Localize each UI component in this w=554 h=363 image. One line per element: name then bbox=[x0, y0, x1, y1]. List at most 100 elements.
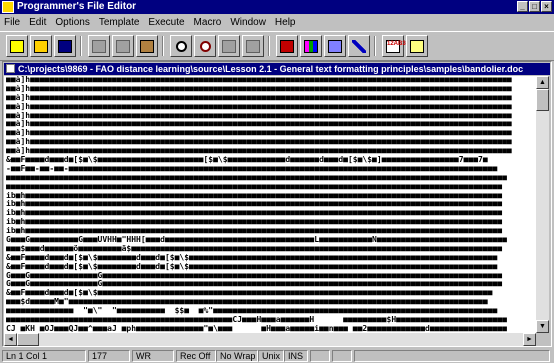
screen-icon bbox=[328, 39, 342, 53]
status-mode: WR bbox=[132, 350, 174, 362]
multi-window-button[interactable] bbox=[300, 35, 322, 57]
status-count: 177 bbox=[88, 350, 130, 362]
text-line: ■■à]h■■■■■■■■■■■■■■■■■■■■■■■■■■■■■■■■■■■… bbox=[6, 147, 512, 156]
find-magnifier-icon bbox=[175, 40, 187, 52]
text-line: ib■h■■■■■■■■■■■■■■■■■■■■■■■■■■■■■■■■■■■■… bbox=[6, 218, 503, 227]
text-line: ib■h■■■■■■■■■■■■■■■■■■■■■■■■■■■■■■■■■■■■… bbox=[6, 227, 503, 236]
execute-icon bbox=[280, 39, 294, 53]
editor-text-area[interactable]: ■■à]h■■■■■■■■■■■■■■■■■■■■■■■■■■■■■■■■■■■… bbox=[4, 76, 536, 333]
text-line: ib■h■■■■■■■■■■■■■■■■■■■■■■■■■■■■■■■■■■■■… bbox=[6, 191, 503, 200]
minimize-button[interactable]: _ bbox=[517, 1, 528, 12]
status-record: Rec Off bbox=[176, 350, 216, 362]
vertical-scroll-thumb[interactable] bbox=[536, 89, 549, 111]
text-line: G■■■G■■■■■■■■■■■■■■G■■■■■■■■■■■■■■■■■■■■… bbox=[6, 280, 503, 289]
status-empty-1 bbox=[310, 350, 330, 362]
status-position: Ln 1 Col 1 bbox=[2, 350, 86, 362]
filter-button[interactable] bbox=[218, 35, 240, 57]
document-title-bar[interactable]: C:\projects\9869 - FAO distance learning… bbox=[4, 63, 550, 75]
toolbar-separator bbox=[162, 36, 164, 56]
document-icon bbox=[246, 39, 260, 53]
scroll-down-icon[interactable]: ▼ bbox=[536, 320, 549, 333]
text-line: -■■F■■-■■-■■-■■■■■■■■■■■■■■■■■■■■■■■■■■■… bbox=[6, 164, 498, 173]
document-path: C:\projects\9869 - FAO distance learning… bbox=[18, 64, 524, 74]
app-icon[interactable] bbox=[2, 1, 14, 13]
text-line: ■■à]h■■■■■■■■■■■■■■■■■■■■■■■■■■■■■■■■■■■… bbox=[6, 138, 512, 147]
open-folder-icon bbox=[34, 39, 48, 53]
new-file-icon bbox=[10, 39, 24, 53]
status-empty-3 bbox=[354, 350, 550, 362]
text-line: &■■F■■■■d■■■d■[$■\$■■■■■■■■■■■■■■■■■■■■■… bbox=[6, 289, 493, 298]
save-disk-icon bbox=[58, 39, 72, 53]
status-wrap: No Wrap bbox=[216, 350, 258, 362]
text-line: ■■à]h■■■■■■■■■■■■■■■■■■■■■■■■■■■■■■■■■■■… bbox=[6, 129, 512, 138]
text-line: &■■F■■■■d■■■d■[$■\$■■■■■■■■d■■■d■[$■\$■■… bbox=[6, 253, 498, 262]
text-line: ■■■■■■■■■■■■■■ "■\" "■■■■■■■■■■ $$■ ■%"■… bbox=[6, 307, 498, 316]
horizontal-scroll-thumb[interactable] bbox=[17, 333, 39, 346]
sort-button[interactable]: 12AB3C bbox=[382, 35, 410, 57]
status-empty-2 bbox=[332, 350, 352, 362]
text-line: G■■■G■■■■■■■■■■G■■■UVHH■"HHH[■■■d■■■■■■■… bbox=[6, 236, 507, 245]
status-insert: INS bbox=[284, 350, 308, 362]
toolbar: 12AB3C bbox=[0, 31, 554, 61]
find-button[interactable] bbox=[170, 35, 192, 57]
text-line: &■■F■■■■d■■■d■[$■\$■■■■■■■■d■■■d■[$■\$■■… bbox=[6, 262, 498, 271]
execute-button[interactable] bbox=[276, 35, 298, 57]
menu-macro[interactable]: Macro bbox=[194, 17, 222, 28]
text-line: ■■■$■■■d■■■■■■ö■■■■■■■■■ä$■■■■■■■■■■■■■■… bbox=[6, 244, 503, 253]
new-file-button[interactable] bbox=[6, 35, 28, 57]
close-button[interactable]: × bbox=[541, 1, 552, 12]
menu-window[interactable]: Window bbox=[230, 17, 266, 28]
scroll-up-icon[interactable]: ▲ bbox=[536, 76, 549, 89]
text-line: ■■à]h■■■■■■■■■■■■■■■■■■■■■■■■■■■■■■■■■■■… bbox=[6, 76, 512, 84]
multi-window-icon bbox=[304, 39, 318, 53]
title-bar[interactable]: Programmer's File Editor _ □ × bbox=[0, 0, 554, 14]
open-file-button[interactable] bbox=[30, 35, 52, 57]
maximize-button[interactable]: □ bbox=[529, 1, 540, 12]
pencil-icon bbox=[352, 39, 366, 53]
window-title: Programmer's File Editor bbox=[17, 1, 137, 12]
application-window: Programmer's File Editor _ □ × File Edit… bbox=[0, 0, 554, 363]
horizontal-scrollbar[interactable]: ◄ ► bbox=[4, 333, 536, 346]
pencil-button[interactable] bbox=[348, 35, 370, 57]
menu-options[interactable]: Options bbox=[55, 17, 89, 28]
find-next-icon bbox=[199, 40, 211, 52]
toolbar-separator bbox=[374, 36, 376, 56]
terminal-button[interactable] bbox=[406, 35, 428, 57]
paste-button[interactable] bbox=[136, 35, 158, 57]
document-window: C:\projects\9869 - FAO distance learning… bbox=[2, 61, 552, 347]
copy-button[interactable] bbox=[112, 35, 134, 57]
text-line: ■■■$d■■■■■M■"■■■■■■■■■■■■■■■■■■■■■■■■■■■… bbox=[6, 298, 488, 307]
status-eol: Unix bbox=[258, 350, 284, 362]
text-line: G■■■G■■■■■■■■■■■■■■G■■■■■■■■■■■■■■■■■■■■… bbox=[6, 271, 503, 280]
terminal-icon bbox=[410, 39, 424, 53]
toolbar-separator bbox=[80, 36, 82, 56]
text-line: CJ ■KH ■OJ■■■QJ■■^■■■aJ ■ph■■■■■■■■■■■■■… bbox=[6, 324, 507, 333]
cut-button[interactable] bbox=[88, 35, 110, 57]
document-button[interactable] bbox=[242, 35, 264, 57]
text-line: ib■h■■■■■■■■■■■■■■■■■■■■■■■■■■■■■■■■■■■■… bbox=[6, 200, 503, 209]
text-line: ■■■■■■■■■■■■■■■■■■■■■■■■■■■■■■■■■■■■■■■■… bbox=[6, 316, 507, 325]
document-icon[interactable] bbox=[6, 64, 15, 73]
sort-icon: 12AB3C bbox=[386, 39, 410, 53]
save-button[interactable] bbox=[54, 35, 76, 57]
menu-edit[interactable]: Edit bbox=[29, 17, 46, 28]
scroll-right-icon[interactable]: ► bbox=[523, 333, 536, 346]
text-line: &■■F■■■■d■■■d■[$■\$■■■■■■■■■■■■■■■■■■■■■… bbox=[6, 156, 488, 165]
text-line: ■■à]h■■■■■■■■■■■■■■■■■■■■■■■■■■■■■■■■■■■… bbox=[6, 102, 512, 111]
toolbar-separator bbox=[268, 36, 270, 56]
menu-execute[interactable]: Execute bbox=[148, 17, 184, 28]
text-line: ■■à]h■■■■■■■■■■■■■■■■■■■■■■■■■■■■■■■■■■■… bbox=[6, 111, 512, 120]
find-next-button[interactable] bbox=[194, 35, 216, 57]
menu-file[interactable]: File bbox=[4, 17, 20, 28]
menu-bar: File Edit Options Template Execute Macro… bbox=[0, 15, 554, 29]
scroll-left-icon[interactable]: ◄ bbox=[4, 333, 17, 346]
menu-help[interactable]: Help bbox=[275, 17, 296, 28]
vertical-scrollbar[interactable]: ▲ ▼ bbox=[536, 76, 549, 333]
text-line: ■■à]h■■■■■■■■■■■■■■■■■■■■■■■■■■■■■■■■■■■… bbox=[6, 120, 512, 129]
menu-template[interactable]: Template bbox=[99, 17, 140, 28]
text-line: ■■à]h■■■■■■■■■■■■■■■■■■■■■■■■■■■■■■■■■■■… bbox=[6, 84, 512, 93]
text-line: ib■h■■■■■■■■■■■■■■■■■■■■■■■■■■■■■■■■■■■■… bbox=[6, 209, 503, 218]
text-line: ■■à]h■■■■■■■■■■■■■■■■■■■■■■■■■■■■■■■■■■■… bbox=[6, 93, 512, 102]
screen-button[interactable] bbox=[324, 35, 346, 57]
cut-scissors-icon bbox=[92, 39, 106, 53]
